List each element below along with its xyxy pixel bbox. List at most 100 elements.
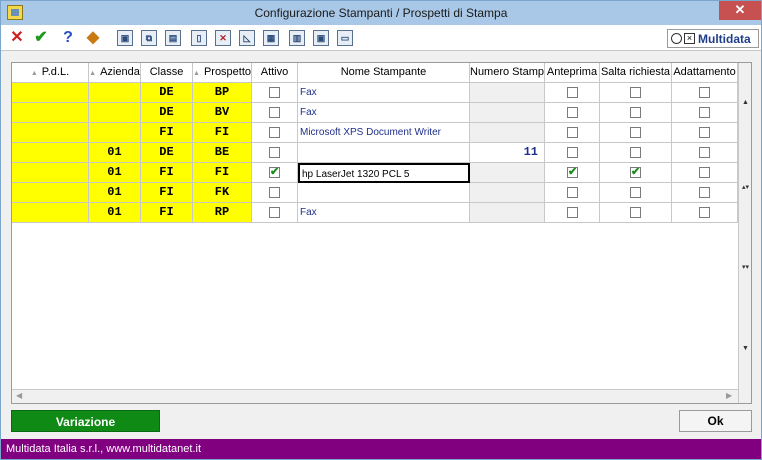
checkbox-anteprima[interactable] (567, 127, 578, 138)
cell-prospetto[interactable]: FI (193, 163, 252, 183)
cell-prospetto[interactable]: BE (193, 143, 252, 163)
cell-pdl[interactable] (12, 103, 89, 123)
paste-icon[interactable]: ▤ (165, 30, 181, 46)
column-header-classe[interactable]: Classe (141, 63, 193, 83)
monitor-icon[interactable]: ▭ (337, 30, 353, 46)
filter-icon[interactable]: ▥ (289, 30, 305, 46)
cell-attivo[interactable] (252, 83, 298, 103)
edit-icon[interactable]: ◆ (83, 28, 103, 48)
vertical-scrollbar[interactable]: ▲ ▴▾ ▾▾ ▼ (738, 63, 751, 403)
checkbox-attivo[interactable] (269, 147, 280, 158)
checkbox-anteprima[interactable] (567, 207, 578, 218)
cell-salta-richiesta[interactable] (600, 103, 672, 123)
checkbox-adattamento[interactable] (699, 147, 710, 158)
ok-button[interactable]: Ok (679, 410, 752, 432)
scroll-left-icon[interactable]: ◀ (16, 391, 22, 400)
cell-classe[interactable]: FI (141, 203, 193, 223)
cell-adattamento[interactable] (672, 123, 738, 143)
cell-adattamento[interactable] (672, 143, 738, 163)
cell-prospetto[interactable]: BV (193, 103, 252, 123)
checkbox-salta-richiesta[interactable] (630, 127, 641, 138)
cell-attivo[interactable] (252, 203, 298, 223)
cell-adattamento[interactable] (672, 183, 738, 203)
column-header-anteprima[interactable]: Anteprima (545, 63, 600, 83)
cell-salta-richiesta[interactable]: ✔ (600, 163, 672, 183)
cell-azienda[interactable] (89, 123, 141, 143)
checkbox-salta-richiesta[interactable] (630, 87, 641, 98)
cell-anteprima[interactable] (545, 183, 600, 203)
checkbox-adattamento[interactable] (699, 87, 710, 98)
cell-classe[interactable]: FI (141, 183, 193, 203)
column-header-nome-stampante[interactable]: Nome Stampante (298, 63, 470, 83)
window-close-button[interactable]: ✕ (719, 1, 761, 20)
scroll-up-icon[interactable]: ▲ (739, 99, 752, 106)
checkbox-anteprima[interactable] (567, 147, 578, 158)
cell-classe[interactable]: FI (141, 123, 193, 143)
confirm-check-icon[interactable]: ✔ (31, 28, 51, 48)
cell-anteprima[interactable] (545, 123, 600, 143)
cell-nome-stampante[interactable] (298, 143, 470, 163)
cell-nome-stampante[interactable]: hp LaserJet 1320 PCL 5 (298, 163, 470, 183)
checkbox-attivo[interactable] (269, 187, 280, 198)
column-header-pdl[interactable]: ▲ P.d.L. (12, 63, 89, 83)
column-header-numero-stampa[interactable]: Numero Stampa (470, 63, 545, 83)
cell-azienda[interactable] (89, 103, 141, 123)
cell-classe[interactable]: FI (141, 163, 193, 183)
scroll-page-down-icon[interactable]: ▾▾ (739, 263, 752, 271)
checkbox-adattamento[interactable] (699, 207, 710, 218)
cell-nome-stampante[interactable] (298, 183, 470, 203)
cell-nome-stampante[interactable]: Fax (298, 103, 470, 123)
cell-pdl[interactable] (12, 183, 89, 203)
cell-classe[interactable]: DE (141, 83, 193, 103)
horizontal-scrollbar[interactable]: ◀ ▶ (12, 389, 738, 403)
checkbox-salta-richiesta[interactable] (630, 107, 641, 118)
checkbox-attivo[interactable] (269, 127, 280, 138)
cell-salta-richiesta[interactable] (600, 203, 672, 223)
checkbox-salta-richiesta[interactable]: ✔ (630, 166, 641, 178)
cell-nome-stampante[interactable]: Fax (298, 83, 470, 103)
checkbox-anteprima[interactable] (567, 107, 578, 118)
cell-numero-stampa[interactable]: 11 (470, 143, 545, 163)
cell-attivo[interactable] (252, 143, 298, 163)
cell-numero-stampa[interactable] (470, 123, 545, 143)
checkbox-salta-richiesta[interactable] (630, 187, 641, 198)
cell-salta-richiesta[interactable] (600, 83, 672, 103)
checkbox-salta-richiesta[interactable] (630, 147, 641, 158)
copy-icon[interactable]: ⧉ (141, 30, 157, 46)
cell-anteprima[interactable] (545, 83, 600, 103)
cell-prospetto[interactable]: RP (193, 203, 252, 223)
checkbox-adattamento[interactable] (699, 167, 710, 178)
cell-salta-richiesta[interactable] (600, 143, 672, 163)
cell-pdl[interactable] (12, 143, 89, 163)
cell-prospetto[interactable]: BP (193, 83, 252, 103)
checkbox-anteprima[interactable]: ✔ (567, 166, 578, 178)
ruler-icon[interactable]: ◺ (239, 30, 255, 46)
cell-attivo[interactable] (252, 183, 298, 203)
cell-anteprima[interactable] (545, 203, 600, 223)
cell-prospetto[interactable]: FK (193, 183, 252, 203)
cell-classe[interactable]: DE (141, 143, 193, 163)
cell-numero-stampa[interactable] (470, 203, 545, 223)
cell-numero-stampa[interactable] (470, 103, 545, 123)
delete-icon[interactable]: ✕ (215, 30, 231, 46)
cell-numero-stampa[interactable] (470, 83, 545, 103)
cell-anteprima[interactable] (545, 143, 600, 163)
column-header-prospetto[interactable]: ▲ Prospetto (193, 63, 252, 83)
binoculars-icon[interactable]: ▣ (117, 30, 133, 46)
checkbox-adattamento[interactable] (699, 107, 710, 118)
checkbox-attivo[interactable] (269, 87, 280, 98)
checkbox-attivo[interactable] (269, 207, 280, 218)
new-doc-icon[interactable]: ▯ (191, 30, 207, 46)
column-header-attivo[interactable]: Attivo (252, 63, 298, 83)
cell-attivo[interactable] (252, 103, 298, 123)
checkbox-attivo[interactable]: ✔ (269, 166, 280, 178)
cell-azienda[interactable]: 01 (89, 203, 141, 223)
scroll-down-icon[interactable]: ▼ (739, 345, 752, 352)
cell-pdl[interactable] (12, 163, 89, 183)
cell-pdl[interactable] (12, 203, 89, 223)
cell-anteprima[interactable]: ✔ (545, 163, 600, 183)
cell-salta-richiesta[interactable] (600, 123, 672, 143)
cell-anteprima[interactable] (545, 103, 600, 123)
layout-icon[interactable]: ▦ (263, 30, 279, 46)
cell-prospetto[interactable]: FI (193, 123, 252, 143)
